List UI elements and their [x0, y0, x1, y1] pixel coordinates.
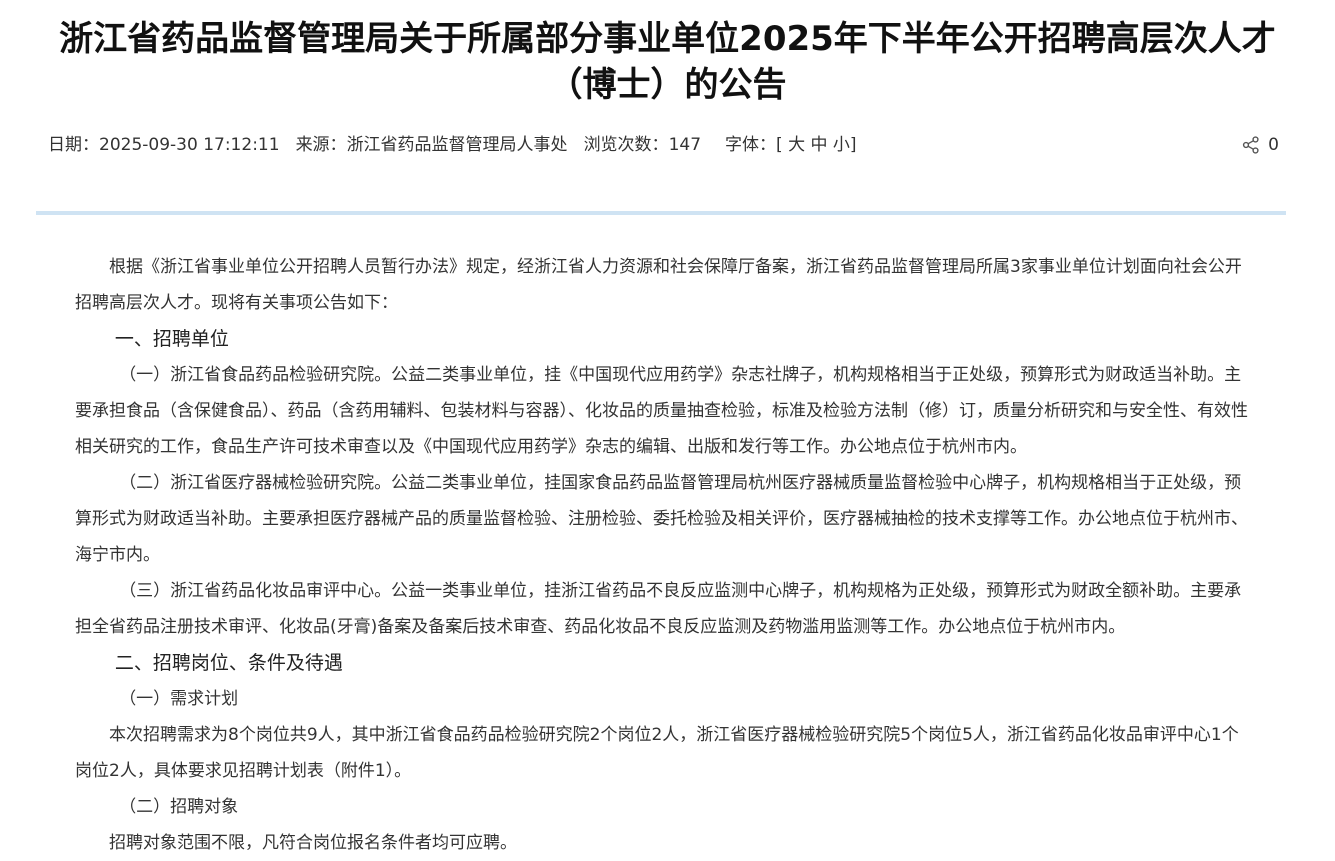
- date-label: 日期：: [48, 135, 99, 155]
- unit-paragraph-1: （一）浙江省食品药品检验研究院。公益二类事业单位，挂《中国现代应用药学》杂志社牌…: [75, 365, 1248, 457]
- views-label: 浏览次数：: [583, 135, 669, 155]
- font-bracket-close: ]: [849, 135, 857, 155]
- unit-paragraph-3: （三）浙江省药品化妆品审评中心。公益一类事业单位，挂浙江省药品不良反应监测中心牌…: [75, 581, 1242, 637]
- share-count: 0: [1268, 135, 1279, 155]
- article-title: 浙江省药品监督管理局关于所属部分事业单位2025年下半年公开招聘高层次人才（博士…: [59, 19, 1276, 105]
- views-value: 147: [668, 135, 702, 155]
- subsection-heading-target: （二）招聘对象: [119, 797, 239, 817]
- section-heading-1: 一、招聘单位: [114, 328, 229, 350]
- share-icon: [1243, 136, 1259, 154]
- demand-paragraph: 本次招聘需求为8个岗位共9人，其中浙江省食品药品检验研究院2个岗位2人，浙江省医…: [75, 725, 1239, 781]
- font-bracket-open: [: [776, 135, 783, 155]
- article-body: 根据《浙江省事业单位公开招聘人员暂行办法》规定，经浙江省人力资源和社会保障厅备案…: [75, 249, 1253, 861]
- source-value: 浙江省药品监督管理局人事处: [346, 135, 568, 155]
- source-label: 来源：: [295, 135, 347, 155]
- font-small-button[interactable]: 小: [833, 135, 850, 155]
- intro-paragraph: 根据《浙江省事业单位公开招聘人员暂行办法》规定，经浙江省人力资源和社会保障厅备案…: [75, 257, 1242, 313]
- font-size-switcher: [ 大 中 小]: [776, 135, 857, 155]
- share-button[interactable]: 0: [1242, 131, 1279, 159]
- date-value: 2025-09-30 17:12:11: [99, 135, 280, 155]
- article-meta: 日期：2025-09-30 17:12:11 来源：浙江省药品监督管理局人事处 浏览…: [48, 131, 857, 159]
- font-size-label: 字体：: [725, 135, 777, 155]
- header-divider: [36, 211, 1286, 215]
- target-paragraph: 招聘对象范围不限，凡符合岗位报名条件者均可应聘。: [109, 833, 517, 853]
- font-medium-button[interactable]: 中: [810, 135, 827, 155]
- unit-paragraph-2: （二）浙江省医疗器械检验研究院。公益二类事业单位，挂国家食品药品监督管理局杭州医…: [75, 473, 1248, 565]
- subsection-heading-demand: （一）需求计划: [119, 689, 239, 709]
- section-heading-2: 二、招聘岗位、条件及待遇: [114, 652, 343, 674]
- font-large-button[interactable]: 大: [788, 135, 805, 155]
